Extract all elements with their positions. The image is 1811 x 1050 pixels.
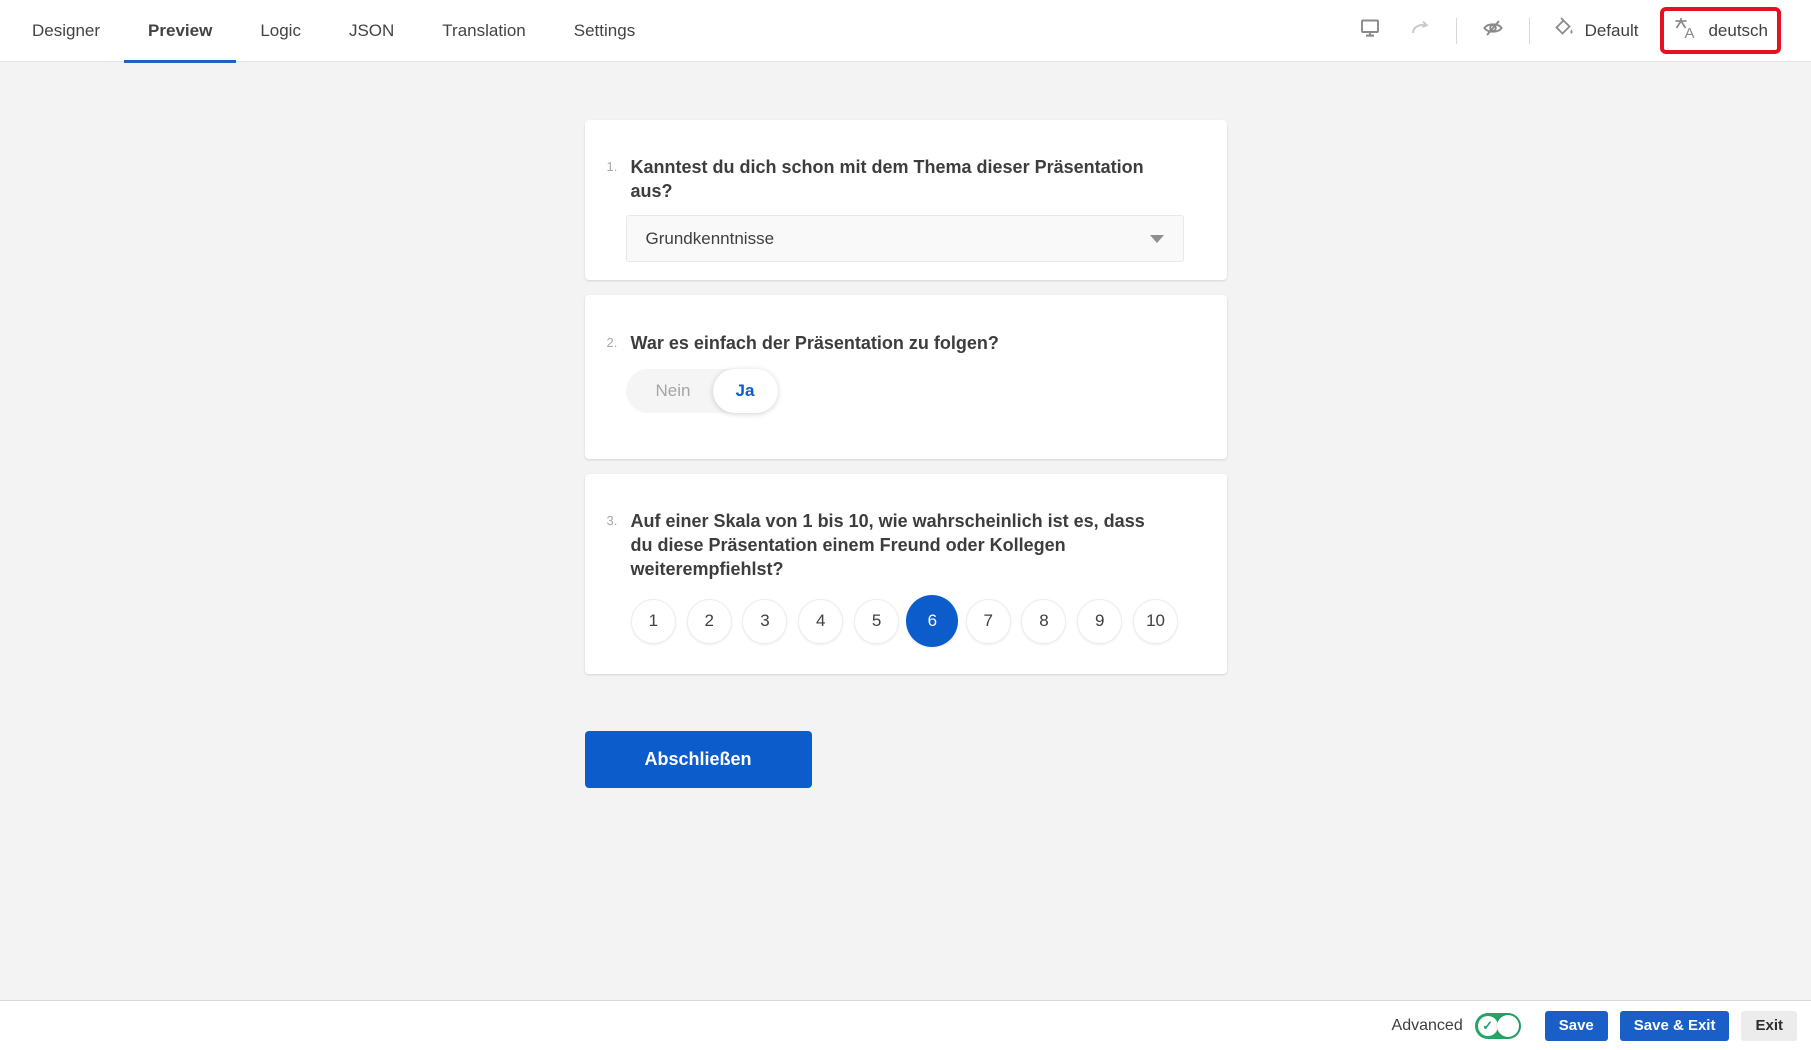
save-button[interactable]: Save	[1545, 1011, 1608, 1041]
creator-top-bar: Designer Preview Logic JSON Translation …	[0, 0, 1811, 62]
tab-json[interactable]: JSON	[325, 0, 418, 62]
redo-icon	[1408, 16, 1432, 45]
toggle-thumb	[1497, 1015, 1519, 1037]
svg-text:A: A	[1685, 25, 1695, 41]
question-title: 3. Auf einer Skala von 1 bis 10, wie wah…	[607, 509, 1184, 581]
chevron-down-icon	[1150, 235, 1164, 243]
question-text: Kanntest du dich schon mit dem Thema die…	[631, 155, 1171, 203]
dropdown-input[interactable]: Grundkenntnisse	[626, 215, 1184, 262]
toolbar-divider	[1529, 18, 1530, 44]
question-number: 1.	[607, 155, 631, 203]
redo-button[interactable]	[1406, 17, 1434, 45]
advanced-toggle[interactable]: ✓	[1475, 1013, 1521, 1039]
save-and-exit-button[interactable]: Save & Exit	[1620, 1011, 1730, 1041]
question-card-dropdown: 1. Kanntest du dich schon mit dem Thema …	[585, 120, 1227, 280]
tab-designer[interactable]: Designer	[8, 0, 124, 62]
creator-toolbar: Default A deutsch	[1356, 7, 1781, 54]
rating-option-1[interactable]: 1	[631, 599, 676, 644]
tab-settings[interactable]: Settings	[550, 0, 659, 62]
language-selector-button[interactable]: A deutsch	[1660, 7, 1781, 54]
survey-preview: 1. Kanntest du dich schon mit dem Thema …	[585, 120, 1227, 788]
tab-preview[interactable]: Preview	[124, 0, 236, 62]
exit-button[interactable]: Exit	[1741, 1011, 1797, 1041]
theme-selector-label: Default	[1585, 21, 1639, 41]
rating-option-8[interactable]: 8	[1021, 599, 1066, 644]
device-preview-button[interactable]	[1356, 17, 1384, 45]
question-title: 2. War es einfach der Präsentation zu fo…	[607, 331, 1184, 355]
translate-icon: A	[1673, 15, 1699, 46]
rating-option-2[interactable]: 2	[687, 599, 732, 644]
rating-scale: 1 2 3 4 5 6 7 8 9 10	[626, 595, 1184, 647]
question-title: 1. Kanntest du dich schon mit dem Thema …	[607, 155, 1184, 203]
question-text: War es einfach der Präsentation zu folge…	[631, 331, 999, 355]
rating-option-10[interactable]: 10	[1133, 599, 1178, 644]
eye-off-icon	[1480, 15, 1506, 46]
boolean-option-no[interactable]: Nein	[626, 369, 721, 413]
paint-bucket-icon	[1552, 16, 1576, 45]
advanced-label: Advanced	[1392, 1017, 1463, 1035]
tab-translation[interactable]: Translation	[418, 0, 549, 62]
preview-surface: 1. Kanntest du dich schon mit dem Thema …	[0, 63, 1811, 1000]
creator-footer-bar: Advanced ✓ Save Save & Exit Exit	[0, 1000, 1811, 1050]
question-number: 3.	[607, 509, 631, 581]
question-number: 2.	[607, 331, 631, 355]
question-card-boolean: 2. War es einfach der Präsentation zu fo…	[585, 295, 1227, 459]
rating-option-3[interactable]: 3	[742, 599, 787, 644]
creator-tabs: Designer Preview Logic JSON Translation …	[0, 0, 659, 62]
boolean-toggle[interactable]: Nein Ja	[626, 369, 778, 413]
rating-option-6-selected[interactable]: 6	[906, 595, 958, 647]
rating-option-4[interactable]: 4	[798, 599, 843, 644]
hide-invisible-button[interactable]	[1479, 17, 1507, 45]
rating-option-5[interactable]: 5	[854, 599, 899, 644]
monitor-icon	[1358, 16, 1382, 45]
rating-option-7[interactable]: 7	[966, 599, 1011, 644]
tab-logic[interactable]: Logic	[236, 0, 325, 62]
language-selector-label: deutsch	[1708, 21, 1768, 41]
theme-selector-button[interactable]: Default	[1552, 16, 1639, 45]
boolean-option-yes-selected[interactable]: Ja	[713, 369, 778, 413]
dropdown-selected-value: Grundkenntnisse	[646, 229, 775, 249]
question-card-rating: 3. Auf einer Skala von 1 bis 10, wie wah…	[585, 474, 1227, 674]
check-icon: ✓	[1478, 1016, 1498, 1036]
question-text: Auf einer Skala von 1 bis 10, wie wahrsc…	[631, 509, 1171, 581]
complete-survey-button[interactable]: Abschließen	[585, 731, 812, 788]
toolbar-divider	[1456, 18, 1457, 44]
rating-option-9[interactable]: 9	[1077, 599, 1122, 644]
